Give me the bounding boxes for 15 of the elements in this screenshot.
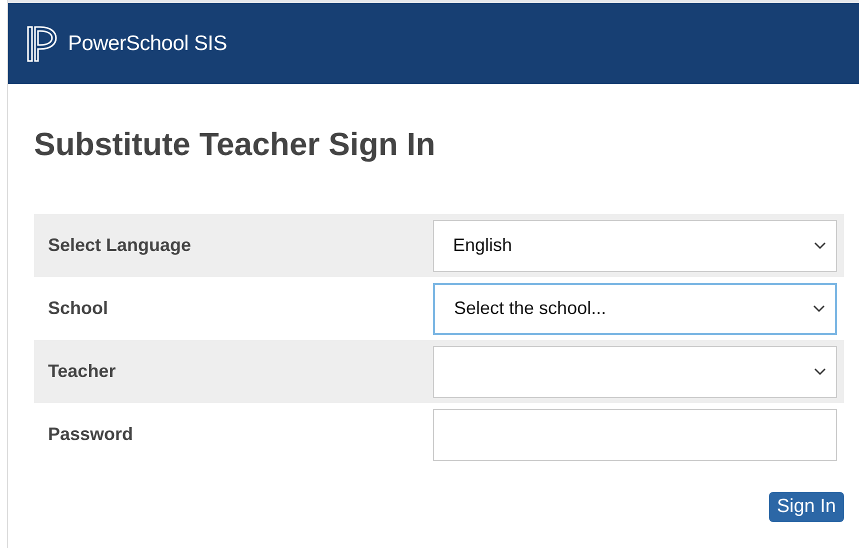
password-field[interactable] xyxy=(433,408,837,460)
page-title: Substitute Teacher Sign In xyxy=(34,125,436,164)
dropdown[interactable] xyxy=(433,346,837,398)
chevron-down-icon xyxy=(814,242,826,250)
chevron-down-icon xyxy=(813,304,825,312)
dropdown[interactable]: English xyxy=(433,220,837,272)
field-label: Teacher xyxy=(47,360,117,383)
sign-in-button[interactable]: Sign In xyxy=(768,492,844,522)
brand-name: PowerSchool SIS xyxy=(68,30,227,57)
field-label: Password xyxy=(47,423,134,446)
field-label: School xyxy=(47,297,110,320)
chevron-down-icon xyxy=(814,368,826,376)
field-label: Select Language xyxy=(47,234,192,257)
dropdown[interactable]: Select the school... xyxy=(433,282,837,334)
logo-icon xyxy=(26,24,58,62)
